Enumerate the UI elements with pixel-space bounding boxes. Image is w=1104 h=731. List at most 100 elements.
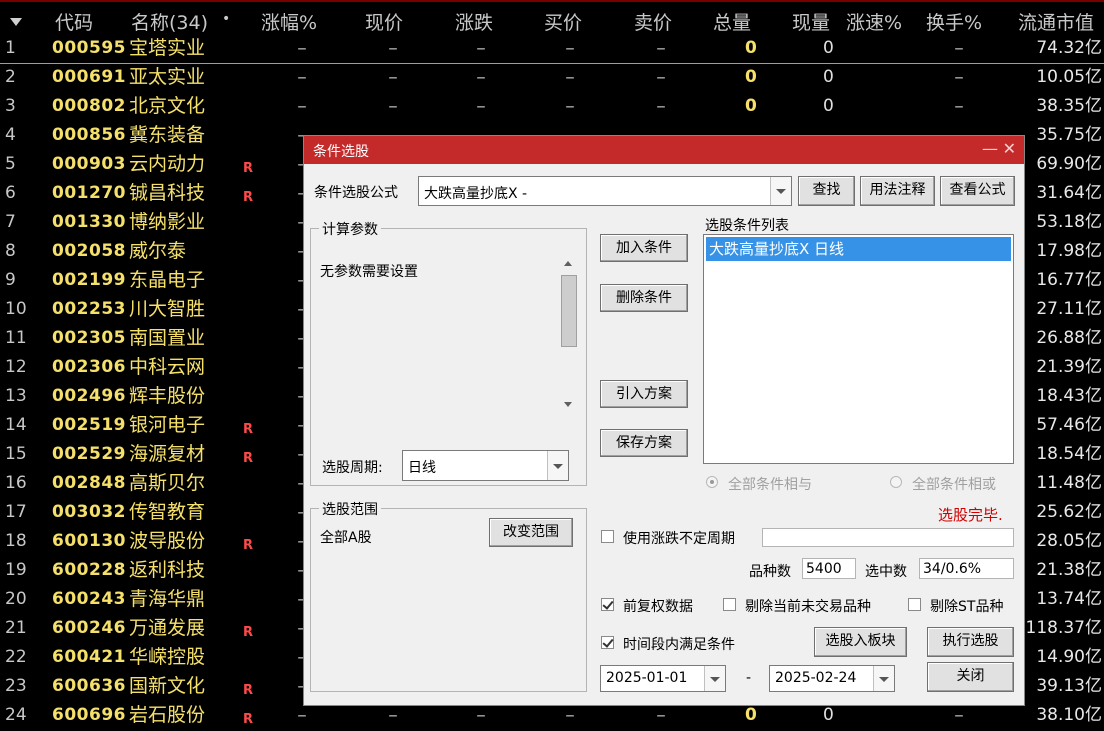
col-name[interactable]: 名称(34) xyxy=(131,8,208,35)
empty-value: – xyxy=(565,37,575,59)
exclude-st-checkbox[interactable] xyxy=(908,598,921,611)
exclude-untraded-checkbox[interactable] xyxy=(723,598,736,611)
col-cur-volume[interactable]: 现量 xyxy=(792,8,830,35)
col-change[interactable]: 涨跌 xyxy=(455,8,493,35)
stock-code: 600636 xyxy=(52,676,126,696)
stock-code: 002058 xyxy=(52,241,126,261)
stock-name: 南国置业 xyxy=(129,327,206,349)
chevron-down-icon[interactable] xyxy=(704,666,725,691)
period-label: 选股周期: xyxy=(322,460,383,476)
col-price[interactable]: 现价 xyxy=(365,8,403,35)
radio-and-label: 全部条件相与 xyxy=(728,477,812,493)
scroll-thumb[interactable] xyxy=(561,275,577,347)
float-market-cap: 39.13亿 xyxy=(1036,676,1102,696)
empty-value: – xyxy=(297,704,307,726)
period-select[interactable]: 日线 xyxy=(402,450,569,481)
dialog-title-bar[interactable]: 条件选股 — ✕ xyxy=(304,136,1024,164)
minimize-icon[interactable]: — xyxy=(982,139,998,158)
stock-code: 000903 xyxy=(52,154,126,174)
delete-condition-button[interactable]: 删除条件 xyxy=(600,284,688,312)
total-volume: 0 xyxy=(745,38,757,58)
count-value: 5400 xyxy=(806,561,842,577)
float-market-cap: 25.62亿 xyxy=(1036,502,1102,522)
stock-name: 亚太实业 xyxy=(129,66,206,88)
change-scope-button[interactable]: 改变范围 xyxy=(489,518,573,547)
close-icon[interactable]: ✕ xyxy=(1003,139,1016,158)
col-speed[interactable]: 涨速% xyxy=(846,8,902,35)
table-row[interactable]: 1 000595 宝塔实业 – – – – – – 0 0 74.32亿 xyxy=(0,34,1104,64)
add-condition-button[interactable]: 加入条件 xyxy=(600,234,688,262)
row-number: 12 xyxy=(5,357,27,377)
col-ask[interactable]: 卖价 xyxy=(634,8,672,35)
radio-or-label: 全部条件相或 xyxy=(912,477,996,493)
col-turnover[interactable]: 换手% xyxy=(926,8,982,35)
variable-period-input[interactable] xyxy=(762,528,1014,547)
stock-name: 华嵘控股 xyxy=(129,646,206,668)
row-number: 7 xyxy=(5,212,16,232)
status-text: 选股完毕. xyxy=(938,506,1003,524)
empty-value: – xyxy=(388,95,398,117)
table-header: 代码 名称(34) • 涨幅% 现价 涨跌 买价 卖价 总量 现量 涨速% 换手… xyxy=(0,4,1104,34)
import-scheme-button[interactable]: 引入方案 xyxy=(600,380,688,408)
date-to-value: 2025-02-24 xyxy=(775,670,857,686)
stock-name: 国新文化 xyxy=(129,675,206,697)
margin-flag: R xyxy=(243,451,254,466)
conditions-list[interactable]: 大跌高量抄底X 日线 xyxy=(703,234,1014,464)
empty-value: – xyxy=(565,95,575,117)
column-menu-icon[interactable] xyxy=(10,18,22,26)
find-button[interactable]: 查找 xyxy=(798,176,855,206)
col-bid[interactable]: 买价 xyxy=(544,8,582,35)
empty-value: – xyxy=(476,95,486,117)
close-button[interactable]: 关闭 xyxy=(927,662,1014,692)
col-change-pct[interactable]: 涨幅% xyxy=(261,8,317,35)
float-market-cap: 69.90亿 xyxy=(1036,154,1102,174)
exclude-untraded-label: 剔除当前未交易品种 xyxy=(745,599,871,615)
add-to-block-button[interactable]: 选股入板块 xyxy=(814,627,907,657)
float-market-cap: 11.48亿 xyxy=(1036,473,1102,493)
float-market-cap: 28.05亿 xyxy=(1036,531,1102,551)
scroll-down-icon[interactable] xyxy=(564,402,572,407)
total-volume: 0 xyxy=(745,96,757,116)
margin-flag: R xyxy=(243,190,254,205)
col-float-cap[interactable]: 流通市值 xyxy=(1018,8,1094,35)
date-from-picker[interactable]: 2025-01-01 xyxy=(600,665,726,692)
radio-and[interactable] xyxy=(706,476,718,488)
row-number: 5 xyxy=(5,154,16,174)
stock-name: 辉丰股份 xyxy=(129,385,206,407)
list-item[interactable]: 大跌高量抄底X 日线 xyxy=(706,237,1011,261)
params-scrollbar[interactable] xyxy=(559,251,579,413)
margin-flag: R xyxy=(243,712,254,727)
chevron-down-icon[interactable] xyxy=(770,177,791,205)
stock-name: 川大智胜 xyxy=(129,298,206,320)
adjusted-checkbox[interactable] xyxy=(601,598,614,611)
save-scheme-button[interactable]: 保存方案 xyxy=(600,429,688,457)
col-code[interactable]: 代码 xyxy=(55,8,93,35)
margin-flag: R xyxy=(243,538,254,553)
params-group-title: 计算参数 xyxy=(319,219,381,239)
stock-code: 600130 xyxy=(52,531,126,551)
chevron-down-icon[interactable] xyxy=(873,666,894,691)
time-range-checkbox[interactable] xyxy=(601,636,614,649)
col-volume[interactable]: 总量 xyxy=(713,8,751,35)
radio-or[interactable] xyxy=(890,476,902,488)
margin-flag: R xyxy=(243,422,254,437)
execute-screen-button[interactable]: 执行选股 xyxy=(927,627,1014,657)
stock-name: 岩石股份 xyxy=(129,704,206,726)
stock-code: 001270 xyxy=(52,183,126,203)
chevron-down-icon[interactable] xyxy=(547,451,568,480)
row-number: 14 xyxy=(5,415,27,435)
stock-code: 002519 xyxy=(52,415,126,435)
formula-select[interactable]: 大跌高量抄底X - xyxy=(418,176,792,206)
scroll-up-icon[interactable] xyxy=(564,261,572,266)
view-formula-button[interactable]: 查看公式 xyxy=(940,176,1015,206)
row-number: 19 xyxy=(5,560,27,580)
empty-value: – xyxy=(388,37,398,59)
date-to-picker[interactable]: 2025-02-24 xyxy=(769,665,895,692)
selected-value: 34/0.6% xyxy=(923,561,982,577)
float-market-cap: 118.37亿 xyxy=(1025,618,1102,638)
usage-notes-button[interactable]: 用法注释 xyxy=(860,176,935,206)
variable-period-checkbox[interactable] xyxy=(601,530,614,543)
table-row[interactable]: 3 000802 北京文化 – – – – – – 0 0 38.35亿 xyxy=(0,92,1104,121)
row-number: 24 xyxy=(5,705,27,725)
table-row[interactable]: 2 000691 亚太实业 – – – – – – 0 0 10.05亿 xyxy=(0,63,1104,92)
